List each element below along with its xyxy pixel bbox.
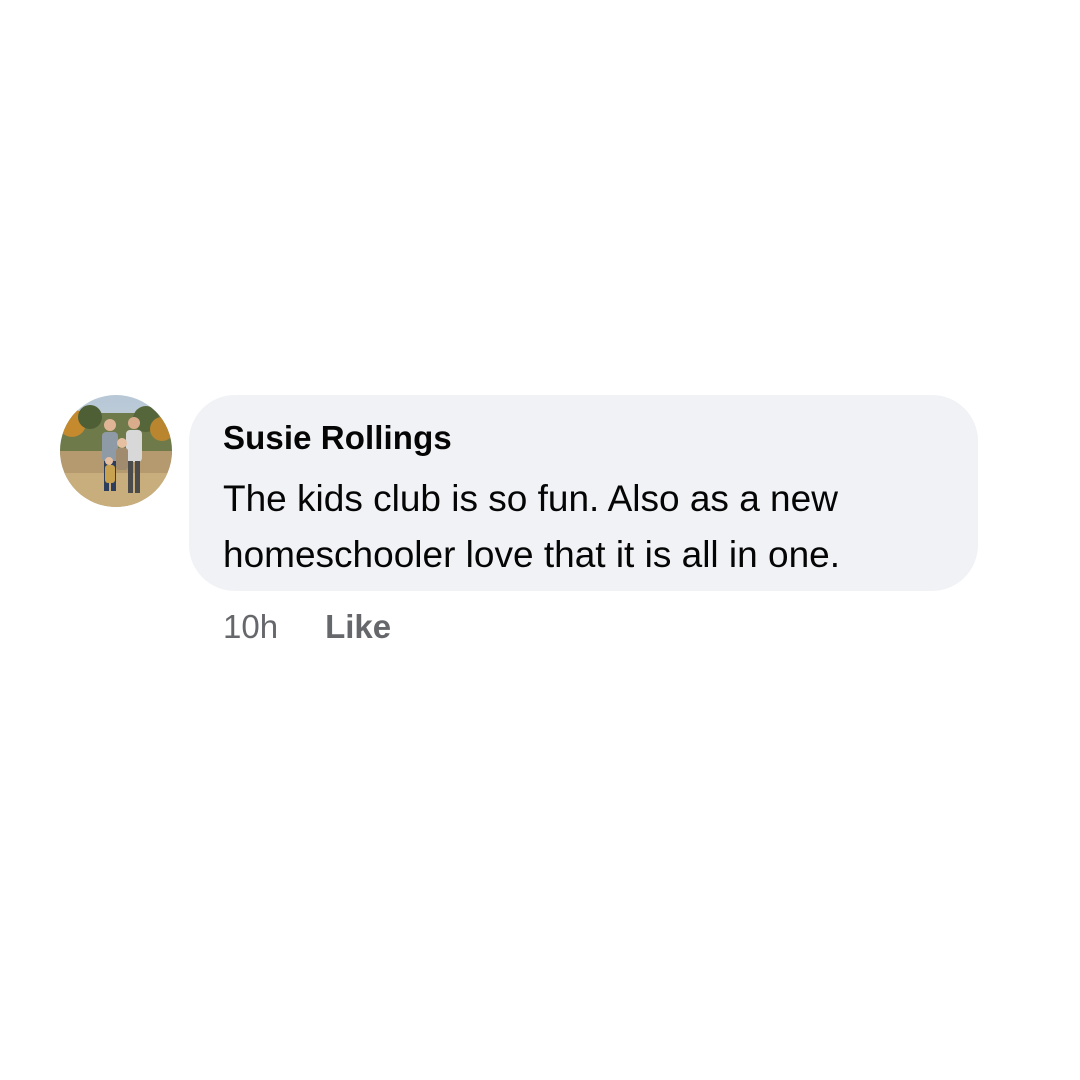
- avatar[interactable]: [60, 395, 172, 507]
- comment-bubble: Susie Rollings The kids club is so fun. …: [189, 395, 978, 591]
- profile-photo-icon: [60, 395, 172, 507]
- like-button[interactable]: Like: [325, 608, 391, 646]
- comment-author[interactable]: Susie Rollings: [223, 417, 944, 459]
- comment-timestamp[interactable]: 10h: [223, 608, 278, 646]
- comment-text: The kids club is so fun. Also as a new h…: [223, 478, 841, 575]
- comment-actions: 10h Like: [223, 607, 391, 647]
